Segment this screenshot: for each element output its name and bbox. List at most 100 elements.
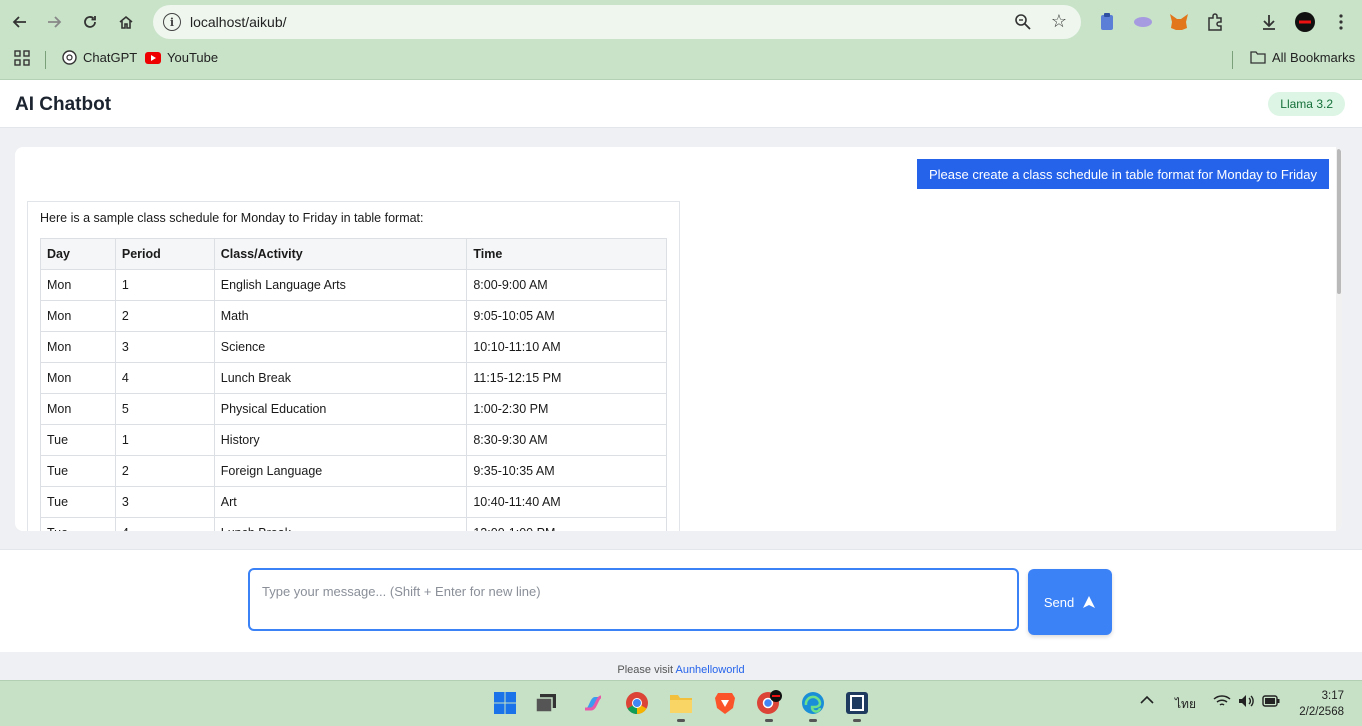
wifi-icon[interactable] xyxy=(1213,694,1231,711)
table-cell: 3 xyxy=(114,486,215,518)
site-info-icon[interactable]: i xyxy=(163,13,181,31)
extension-clipboard-icon[interactable] xyxy=(1095,10,1119,34)
clock-date: 2/2/2568 xyxy=(1299,706,1344,718)
send-arrow-icon xyxy=(1083,596,1096,608)
table-cell: 8:00-9:00 AM xyxy=(466,269,667,301)
table-header-row: Day Period Class/Activity Time xyxy=(40,238,667,270)
edge-icon[interactable] xyxy=(800,690,826,716)
bookmark-youtube[interactable]: YouTube xyxy=(145,50,218,65)
extension-metamask-icon[interactable] xyxy=(1167,10,1191,34)
extensions-puzzle-icon[interactable] xyxy=(1203,10,1227,34)
running-indicator xyxy=(765,719,773,722)
profile-avatar-icon[interactable] xyxy=(1293,10,1317,34)
task-view-icon[interactable] xyxy=(533,690,559,716)
file-explorer-icon[interactable] xyxy=(668,690,694,716)
tray-chevron-icon[interactable] xyxy=(1140,694,1154,708)
table-cell: Lunch Break xyxy=(213,517,468,531)
all-bookmarks-button[interactable]: All Bookmarks xyxy=(1250,50,1355,65)
table-cell: Tue xyxy=(40,455,116,487)
table-cell: 1:00-2:30 PM xyxy=(466,393,667,425)
table-cell: Foreign Language xyxy=(213,455,468,487)
table-cell: Mon xyxy=(40,269,116,301)
bookmark-label: YouTube xyxy=(167,50,219,65)
chatgpt-icon xyxy=(62,50,77,65)
table-cell: 2 xyxy=(114,455,215,487)
column-header: Day xyxy=(40,238,116,270)
apps-grid-icon[interactable] xyxy=(14,50,30,66)
table-cell: 2 xyxy=(114,300,215,332)
table-cell: 3 xyxy=(114,331,215,363)
table-cell: 9:05-10:05 AM xyxy=(466,300,667,332)
table-cell: 5 xyxy=(114,393,215,425)
dev-app-icon[interactable] xyxy=(844,690,870,716)
composer-bar: Send xyxy=(0,549,1362,652)
url-text: localhost/aikub/ xyxy=(190,14,287,30)
column-header: Period xyxy=(114,238,215,270)
message-input[interactable] xyxy=(248,568,1019,631)
table-row: Mon 4 Lunch Break 11:15-12:15 PM xyxy=(40,362,667,394)
table-cell: 10:10-11:10 AM xyxy=(466,331,667,363)
table-cell: Mon xyxy=(40,393,116,425)
chrome-icon[interactable] xyxy=(624,690,650,716)
running-indicator xyxy=(853,719,861,722)
system-clock[interactable]: 3:17 2/2/2568 xyxy=(1299,688,1344,720)
battery-icon[interactable] xyxy=(1262,694,1280,711)
windows-taskbar: ไทย 3:17 2/2/2568 xyxy=(0,680,1362,726)
user-message: Please create a class schedule in table … xyxy=(916,159,1329,189)
table-cell: History xyxy=(213,424,468,456)
address-bar[interactable]: i localhost/aikub/ ☆ xyxy=(153,5,1081,39)
chat-window[interactable]: Please create a class schedule in table … xyxy=(15,147,1342,531)
table-cell: English Language Arts xyxy=(213,269,468,301)
footer-link[interactable]: Aunhelloworld xyxy=(675,664,744,676)
footer-note: Please visit Aunhelloworld xyxy=(0,664,1362,676)
table-cell: Math xyxy=(213,300,468,332)
running-indicator xyxy=(677,719,685,722)
column-header: Class/Activity xyxy=(213,238,468,270)
table-cell: 9:35-10:35 AM xyxy=(466,455,667,487)
table-row: Tue 4 Lunch Break 12:00-1:00 PM xyxy=(40,517,667,531)
table-cell: 8:30-9:30 AM xyxy=(466,424,667,456)
table-cell: Art xyxy=(213,486,468,518)
brave-icon[interactable] xyxy=(712,690,738,716)
table-cell: Physical Education xyxy=(213,393,468,425)
table-row: Mon 3 Science 10:10-11:10 AM xyxy=(40,331,667,363)
table-row: Mon 5 Physical Education 1:00-2:30 PM xyxy=(40,393,667,425)
download-icon[interactable] xyxy=(1257,10,1281,34)
schedule-table: Day Period Class/Activity Time Mon 1 Eng… xyxy=(40,238,667,531)
back-icon[interactable] xyxy=(6,8,34,36)
table-cell: 1 xyxy=(114,424,215,456)
app-title: AI Chatbot xyxy=(15,94,112,115)
zoom-icon[interactable] xyxy=(1013,12,1033,32)
send-button[interactable]: Send xyxy=(1028,569,1112,635)
language-indicator[interactable]: ไทย xyxy=(1175,695,1196,714)
table-cell: Tue xyxy=(40,424,116,456)
home-icon[interactable] xyxy=(112,8,140,36)
clock-time: 3:17 xyxy=(1321,690,1344,702)
bookmark-star-icon[interactable]: ☆ xyxy=(1051,11,1067,32)
browser-toolbar: i localhost/aikub/ ☆ ChatGPT YouTube All… xyxy=(0,0,1362,80)
scrollbar-thumb[interactable] xyxy=(1337,149,1341,294)
table-cell: Tue xyxy=(40,517,116,531)
extension-feather-icon[interactable] xyxy=(1131,10,1155,34)
volume-icon[interactable] xyxy=(1238,694,1256,711)
model-badge: Llama 3.2 xyxy=(1268,92,1345,116)
windows-start-icon[interactable] xyxy=(492,690,518,716)
forward-icon[interactable] xyxy=(40,8,68,36)
table-cell: Lunch Break xyxy=(213,362,468,394)
table-row: Tue 3 Art 10:40-11:40 AM xyxy=(40,486,667,518)
chrome-profile-icon[interactable] xyxy=(756,690,782,716)
bookmark-label: ChatGPT xyxy=(83,50,138,65)
table-cell: Mon xyxy=(40,300,116,332)
table-cell: Tue xyxy=(40,486,116,518)
reload-icon[interactable] xyxy=(76,8,104,36)
table-row: Tue 2 Foreign Language 9:35-10:35 AM xyxy=(40,455,667,487)
app-header: AI Chatbot Llama 3.2 xyxy=(0,80,1362,128)
bookmark-chatgpt[interactable]: ChatGPT xyxy=(62,50,137,65)
column-header: Time xyxy=(466,238,667,270)
menu-kebab-icon[interactable] xyxy=(1329,10,1353,34)
table-cell: 12:00-1:00 PM xyxy=(466,517,667,531)
table-cell: 10:40-11:40 AM xyxy=(466,486,667,518)
copilot-icon[interactable] xyxy=(580,690,606,716)
chat-scrollbar[interactable] xyxy=(1336,147,1342,531)
table-cell: 1 xyxy=(114,269,215,301)
